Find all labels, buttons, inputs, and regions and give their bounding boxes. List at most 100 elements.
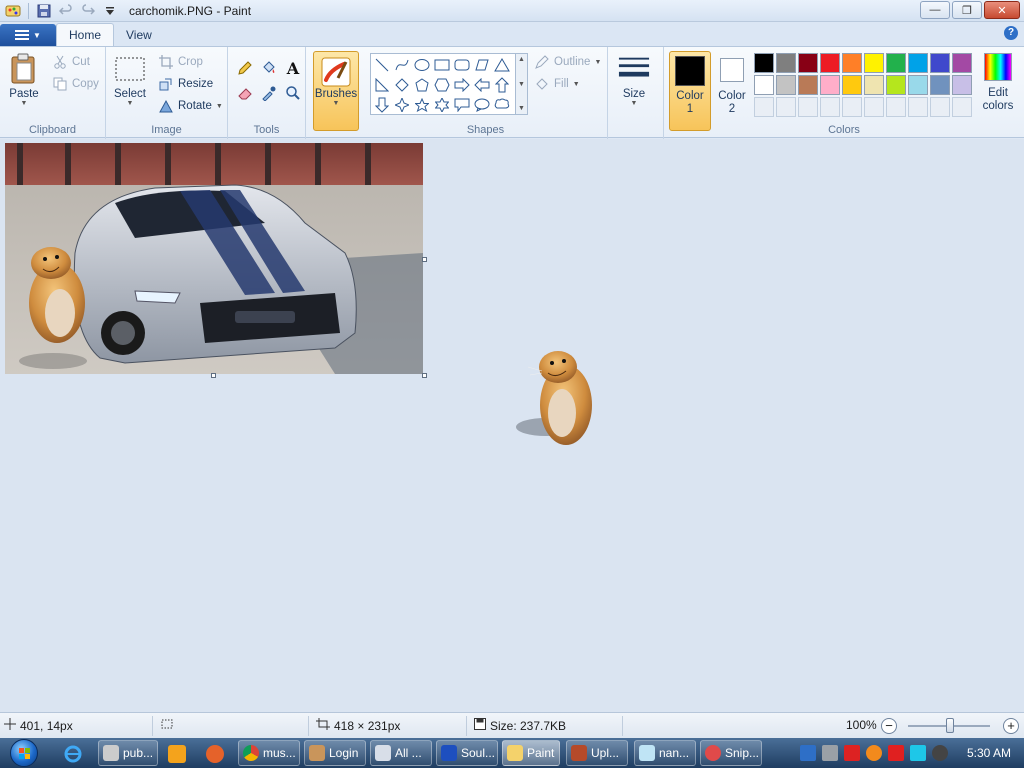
taskbar-item-pub[interactable]: pub... — [98, 740, 158, 766]
down-arrow-shape-icon[interactable] — [372, 95, 392, 115]
window-title: carchomik.PNG - Paint — [129, 3, 252, 18]
menu-icon — [15, 30, 30, 40]
right-arrow-shape-icon[interactable] — [452, 75, 472, 95]
minimize-button[interactable]: — — [920, 1, 950, 19]
search-tray-icon[interactable] — [866, 745, 882, 761]
copy-button[interactable]: Copy — [52, 75, 99, 93]
rectangle-shape-icon[interactable] — [432, 55, 452, 75]
scroll-up-icon[interactable]: ▲ — [518, 56, 525, 63]
select-button[interactable]: Select ▼ — [114, 53, 146, 107]
eraser-icon[interactable] — [234, 82, 256, 104]
taskbar-item-snipping[interactable]: Snip... — [700, 740, 762, 766]
oval-callout-shape-icon[interactable] — [472, 95, 492, 115]
resize-handle-bottom[interactable] — [211, 373, 216, 378]
left-arrow-shape-icon[interactable] — [472, 75, 492, 95]
six-point-star-shape-icon[interactable] — [432, 95, 452, 115]
cloud-callout-shape-icon[interactable] — [492, 95, 512, 115]
cut-label: Cut — [72, 56, 90, 68]
zoom-in-button[interactable]: + — [1003, 718, 1019, 734]
title-bar: carchomik.PNG - Paint — ❐ ✕ — [0, 0, 1024, 22]
four-point-star-shape-icon[interactable] — [392, 95, 412, 115]
paint-menu-button[interactable]: ▼ — [0, 24, 56, 46]
paste-button[interactable]: Paste ▼ — [8, 53, 40, 107]
polygon-shape-icon[interactable] — [472, 55, 492, 75]
brushes-button[interactable]: Brushes ▼ — [313, 51, 359, 131]
status-separator — [466, 716, 467, 736]
flag-icon[interactable] — [888, 745, 904, 761]
five-point-star-shape-icon[interactable] — [412, 95, 432, 115]
customize-qat-icon[interactable] — [101, 2, 119, 20]
redo-icon[interactable] — [79, 2, 97, 20]
tab-view[interactable]: View — [114, 23, 164, 46]
tab-home[interactable]: Home — [56, 23, 115, 46]
taskbar-item-soul[interactable]: Soul... — [436, 740, 498, 766]
cut-button[interactable]: Cut — [52, 53, 90, 71]
right-triangle-shape-icon[interactable] — [372, 75, 392, 95]
pentagon-shape-icon[interactable] — [412, 75, 432, 95]
rounded-rectangle-shape-icon[interactable] — [452, 55, 472, 75]
app-tray-icon[interactable] — [822, 745, 838, 761]
colors-group-label: Colors — [828, 124, 860, 136]
diamond-shape-icon[interactable] — [392, 75, 412, 95]
scissors-icon — [52, 54, 68, 70]
rotate-button[interactable]: Rotate ▼ — [158, 97, 223, 115]
taskbar-item-upload[interactable]: Upl... — [566, 740, 628, 766]
fill-button[interactable]: Fill ▼ — [534, 75, 580, 93]
hexagon-shape-icon[interactable] — [432, 75, 452, 95]
line-shape-icon[interactable] — [372, 55, 392, 75]
maximize-button[interactable]: ❐ — [952, 1, 982, 19]
curve-shape-icon[interactable] — [392, 55, 412, 75]
close-button[interactable]: ✕ — [984, 1, 1020, 19]
taskbar-item-label: All ... — [395, 746, 422, 760]
paint-app-icon[interactable] — [4, 2, 22, 20]
crop-label: Crop — [178, 56, 203, 68]
image-size-icon — [316, 718, 330, 733]
up-arrow-shape-icon[interactable] — [492, 75, 512, 95]
rectangle-callout-shape-icon[interactable] — [452, 95, 472, 115]
start-button[interactable] — [4, 738, 44, 768]
resize-button[interactable]: Resize — [158, 75, 213, 93]
taskbar-item-label: Login — [329, 746, 359, 760]
clock[interactable]: 5:30 AM — [954, 746, 1024, 760]
size-group: Size ▼ — [608, 47, 664, 139]
zoom-slider-thumb[interactable] — [946, 718, 954, 733]
shapes-scrollbar[interactable]: ▲ ▼ ▼ — [516, 53, 528, 115]
triangle-shape-icon[interactable] — [492, 55, 512, 75]
volume-icon[interactable] — [932, 745, 948, 761]
magnifier-icon[interactable] — [282, 82, 304, 104]
canvas-image[interactable] — [5, 143, 423, 374]
undo-icon[interactable] — [57, 2, 75, 20]
fill-bucket-icon[interactable] — [258, 57, 280, 79]
help-icon[interactable]: ? — [1004, 26, 1018, 40]
color-picker-icon[interactable] — [258, 82, 280, 104]
resize-handle-right[interactable] — [422, 257, 427, 262]
oval-shape-icon[interactable] — [412, 55, 432, 75]
canvas-area[interactable] — [0, 139, 1024, 712]
scroll-down-icon[interactable]: ▼ — [518, 81, 525, 88]
upload-app-icon — [571, 745, 587, 761]
save-icon[interactable] — [35, 2, 53, 20]
select-icon — [114, 53, 146, 85]
taskbar-item-all[interactable]: All ... — [370, 740, 432, 766]
v-app-icon[interactable] — [844, 745, 860, 761]
outline-button[interactable]: Outline ▼ — [534, 53, 601, 71]
media-player-icon[interactable] — [168, 745, 186, 763]
taskbar-item-chrome[interactable]: mus... — [238, 740, 300, 766]
taskbar-item-login[interactable]: Login — [304, 740, 366, 766]
image-group-label: Image — [151, 124, 182, 136]
expand-gallery-icon[interactable]: ▼ — [518, 105, 525, 112]
internet-explorer-icon[interactable] — [64, 745, 82, 763]
display-icon[interactable] — [910, 745, 926, 761]
taskbar-item-paint[interactable]: Paint — [502, 740, 560, 766]
pencil-icon[interactable] — [234, 57, 256, 79]
disk-icon — [474, 718, 486, 733]
taskbar-item-notepad[interactable]: nan... — [634, 740, 696, 766]
zoom-out-button[interactable]: − — [881, 718, 897, 734]
text-tool-icon[interactable]: A — [282, 57, 304, 79]
taskbar-item-label: nan... — [659, 746, 690, 760]
crop-button[interactable]: Crop — [158, 53, 203, 71]
resize-handle-corner[interactable] — [422, 373, 427, 378]
paint-shortcut-icon[interactable] — [206, 745, 224, 763]
size-button[interactable]: Size ▼ — [618, 53, 650, 107]
network-icon[interactable] — [800, 745, 816, 761]
